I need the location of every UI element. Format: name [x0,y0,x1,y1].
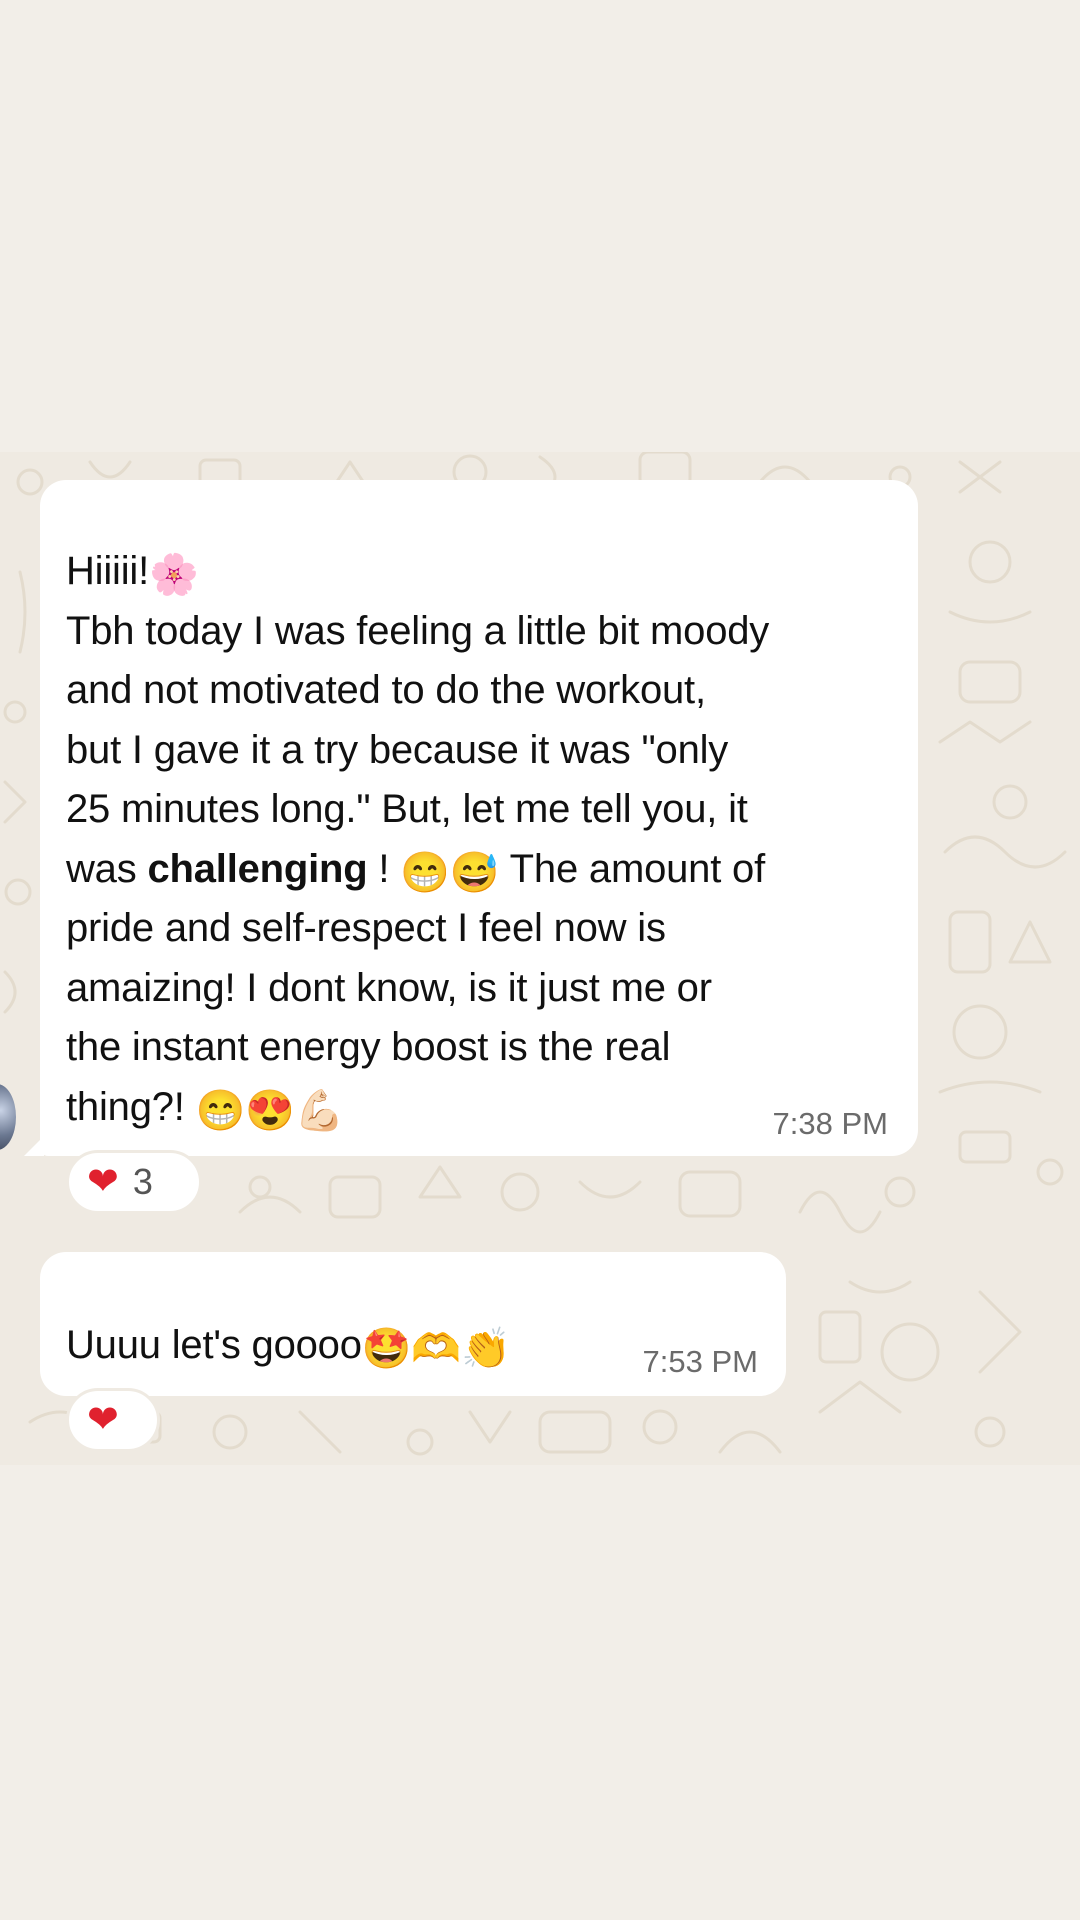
message-text-2: Uuuu let's goooo🤩🫶👏 [66,1316,906,1376]
message-bubble-1[interactable]: Hiiiii!🌸 Tbh today I was feeling a littl… [24,480,918,1156]
message-line: Hiiiii!🌸 [66,549,199,597]
message-line: pride and self-respect I feel now is [66,906,666,950]
message-line: 25 minutes long." But, let me tell you, … [66,787,748,831]
reaction-badge[interactable]: ❤ 3 [66,1150,202,1214]
message-line: and not motivated to do the workout, [66,668,706,712]
message-line: the instant energy boost is the real [66,1025,671,1069]
cherry-blossom-emoji: 🌸 [149,553,199,597]
grin-hearteyes-muscle-emoji: 😁😍💪🏻 [195,1088,345,1133]
grin-sweat-emoji: 😁😅 [400,850,500,895]
heart-icon: ❤ [87,1399,119,1441]
starstruck-heart-hands-clap-emoji: 🤩🫶👏 [361,1327,511,1371]
message-line: but I gave it a try because it was "only [66,727,729,772]
message-bubble-2[interactable]: Uuuu let's goooo🤩🫶👏 7:53 PM [40,1252,786,1396]
bold-text: challenging [147,846,368,891]
message-line: Uuuu let's goooo🤩🫶👏 [66,1323,511,1371]
message-line: amaizing! I dont know, is it just me or [66,965,712,1010]
message-timestamp: 7:53 PM [642,1344,758,1379]
reaction-count: 3 [132,1161,153,1202]
message-line: Tbh today I was feeling a little bit moo… [66,608,770,653]
heart-icon: ❤ [87,1161,119,1203]
message-timestamp: 7:38 PM [772,1106,888,1141]
message-line: was challenging ! 😁😅 The amount of [66,846,765,895]
chat-area: Hiiiii!🌸 Tbh today I was feeling a littl… [0,452,1080,1465]
bubble-tail [24,1136,44,1156]
message-text-1: Hiiiii!🌸 Tbh today I was feeling a littl… [66,542,906,1137]
reaction-badge[interactable]: ❤ [66,1388,160,1452]
